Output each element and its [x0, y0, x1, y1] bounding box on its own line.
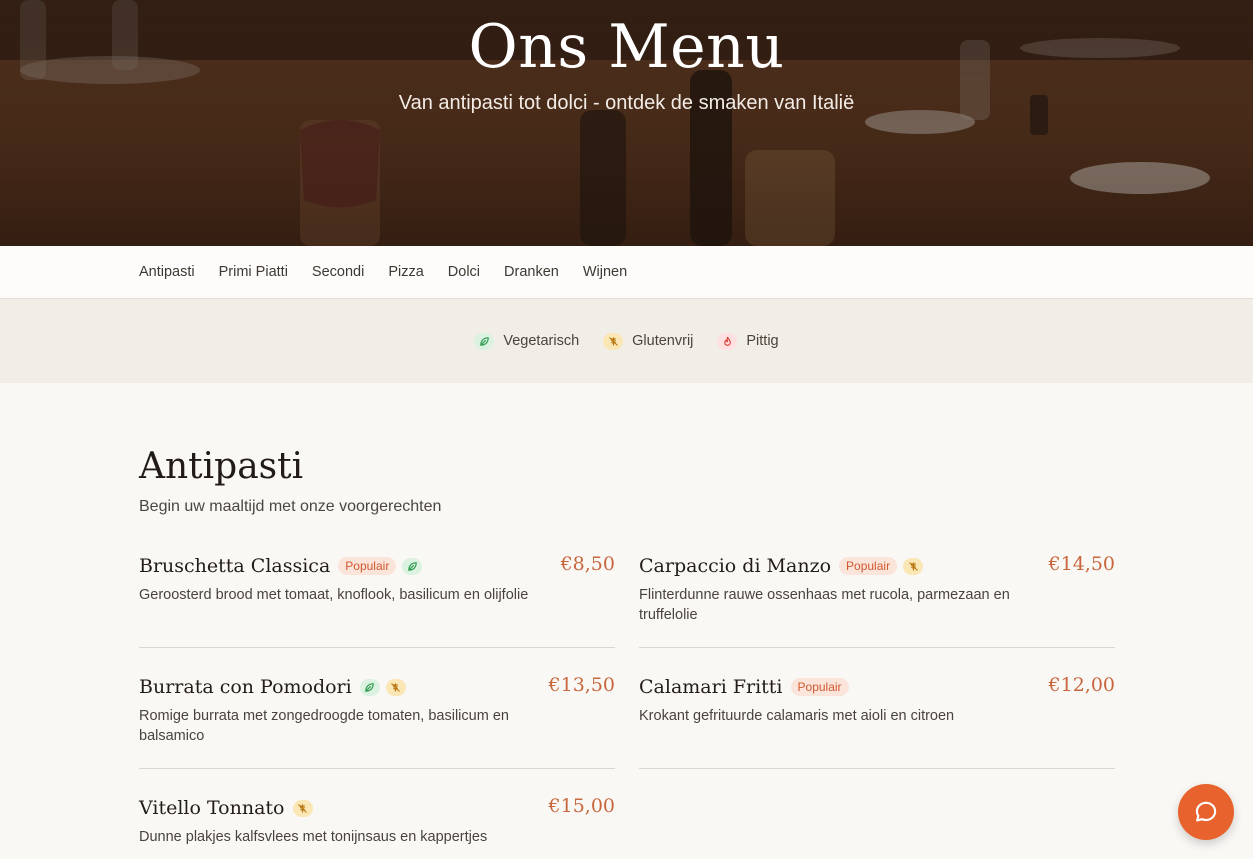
menu-item-badges: Populair	[790, 678, 855, 696]
menu-item[interactable]: Bruschetta Classica Populair €8,50 Geroo…	[139, 553, 615, 605]
dietary-legend: Vegetarisch Glutenvrij Pittig	[0, 299, 1253, 383]
flame-icon	[717, 332, 738, 350]
menu-item-price: €12,00	[1048, 674, 1115, 696]
leaf-icon	[474, 332, 495, 350]
legend-item-gluten-free: Glutenvrij	[603, 332, 694, 350]
menu-item-description: Dunne plakjes kalfsvlees met tonijnsaus …	[139, 829, 488, 845]
popular-badge: Populair	[790, 678, 849, 696]
menu-item-description: Krokant gefrituurde calamaris met aioli …	[639, 708, 955, 724]
menu-item-price: €13,50	[548, 674, 615, 696]
menu-item-description: Romige burrata met zongedroogde tomaten,…	[139, 708, 509, 744]
page-subtitle: Van antipasti tot dolci - ontdek de smak…	[398, 92, 855, 114]
wheat-off-icon	[385, 678, 406, 696]
menu-item-description: Geroosterd brood met tomaat, knoflook, b…	[139, 587, 529, 603]
leaf-icon	[359, 678, 380, 696]
divider	[639, 768, 1115, 769]
leaf-icon	[402, 557, 423, 575]
menu-item-price: €14,50	[1048, 553, 1115, 575]
legend-item-spicy: Pittig	[717, 332, 779, 350]
wheat-off-icon	[903, 557, 924, 575]
menu-item-description: Flinterdunne rauwe ossenhaas met rucola,…	[639, 587, 1010, 623]
category-link-dranken[interactable]: Dranken	[504, 264, 559, 280]
category-link-dolci[interactable]: Dolci	[448, 264, 480, 280]
divider	[139, 647, 615, 648]
category-link-pizza[interactable]: Pizza	[388, 264, 423, 280]
category-link-wijnen[interactable]: Wijnen	[583, 264, 627, 280]
category-link-secondi[interactable]: Secondi	[312, 264, 364, 280]
divider	[139, 768, 615, 769]
menu-item-name: Carpaccio di Manzo	[639, 555, 832, 577]
menu-item[interactable]: Burrata con Pomodori €13,50 Romige burra…	[139, 674, 615, 746]
chat-button[interactable]	[1178, 784, 1234, 840]
menu-item-name: Burrata con Pomodori	[139, 676, 352, 698]
section-description: Begin uw maaltijd met onze voorgerechten	[139, 498, 442, 515]
menu-item[interactable]: Carpaccio di Manzo Populair €14,50 Flint…	[639, 553, 1115, 625]
hero-banner: Ons Menu Van antipasti tot dolci - ontde…	[0, 0, 1253, 246]
legend-label-gluten-free: Glutenvrij	[632, 333, 694, 349]
menu-item-price: €15,00	[548, 795, 615, 817]
divider	[639, 647, 1115, 648]
menu-item-badges	[292, 799, 319, 817]
page-title: Ons Menu	[468, 12, 785, 82]
menu-item-badges	[359, 678, 412, 696]
menu-item[interactable]: Calamari Fritti Populair €12,00 Krokant …	[639, 674, 1115, 726]
menu-item-price: €8,50	[560, 553, 615, 575]
menu-item-badges: Populair	[839, 557, 929, 575]
menu-item-name: Bruschetta Classica	[139, 555, 331, 577]
legend-label-spicy: Pittig	[746, 333, 779, 349]
category-link-primi-piatti[interactable]: Primi Piatti	[219, 264, 288, 280]
category-nav: Antipasti Primi Piatti Secondi Pizza Dol…	[0, 246, 1253, 299]
section-title: Antipasti	[139, 446, 304, 487]
menu-item-badges: Populair	[338, 557, 428, 575]
legend-item-vegetarian: Vegetarisch	[474, 332, 580, 350]
menu-item-name: Vitello Tonnato	[139, 797, 285, 819]
popular-badge: Populair	[839, 557, 898, 575]
chat-bubble-icon	[1195, 801, 1217, 822]
wheat-off-icon	[292, 799, 313, 817]
legend-label-vegetarian: Vegetarisch	[503, 333, 580, 349]
category-link-antipasti[interactable]: Antipasti	[139, 264, 195, 280]
wheat-off-icon	[603, 332, 624, 350]
popular-badge: Populair	[338, 557, 397, 575]
menu-item[interactable]: Vitello Tonnato €15,00 Dunne plakjes kal…	[139, 795, 615, 847]
menu-item-name: Calamari Fritti	[639, 676, 783, 698]
